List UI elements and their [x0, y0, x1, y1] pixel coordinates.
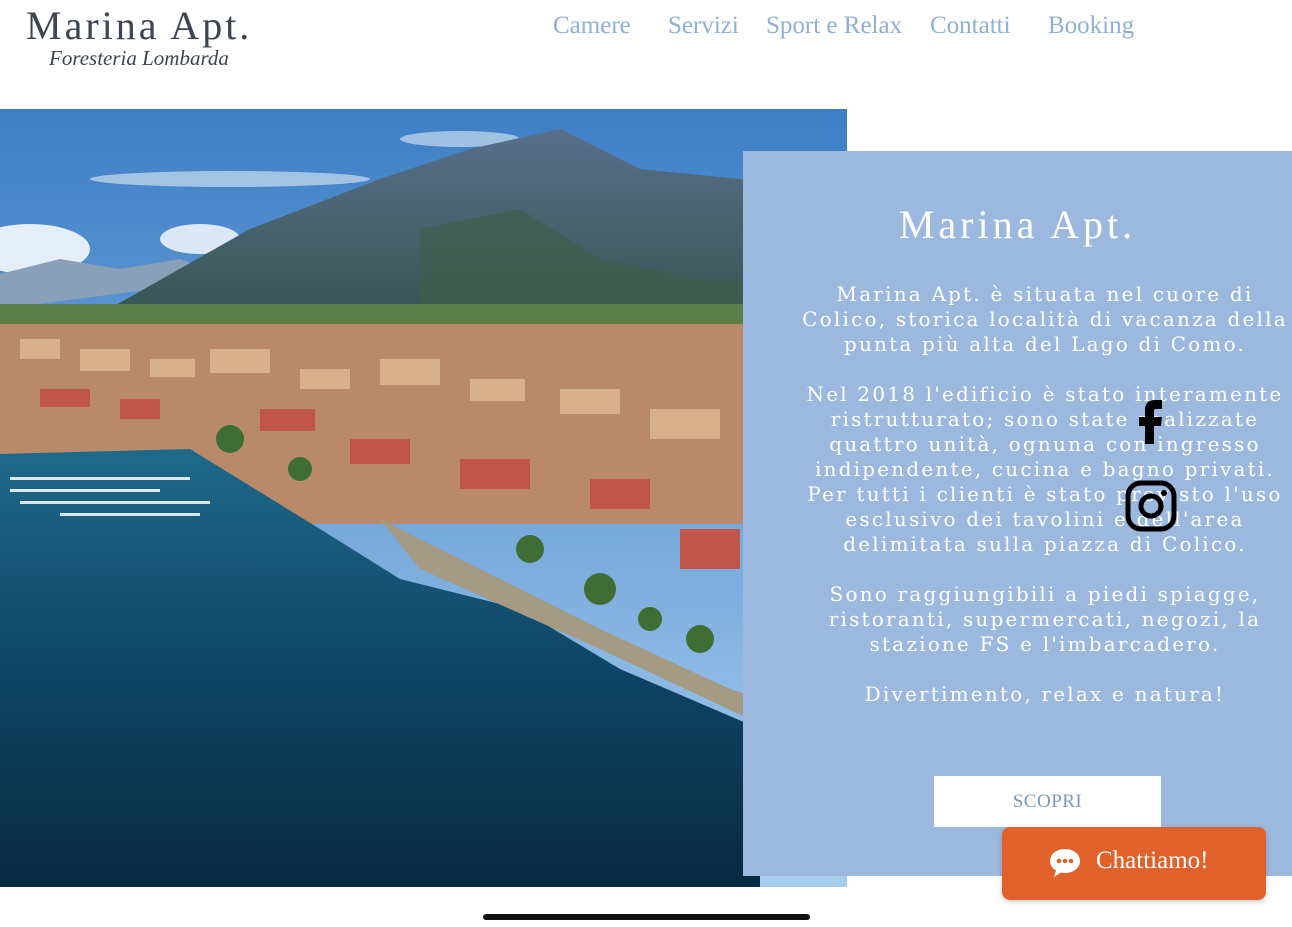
description-paragraph: Nel 2018 l'edificio è stato interamente … [806, 382, 1284, 556]
nav-item-booking[interactable]: Booking [1048, 12, 1134, 40]
description-paragraph: Sono raggiungibili a piedi spiagge, rist… [828, 582, 1262, 656]
hero-lake-photo [0, 109, 847, 887]
intro-panel: Marina Apt. Marina Apt. è situata nel cu… [743, 151, 1292, 876]
instagram-icon[interactable] [1125, 480, 1177, 532]
panel-description: Marina Apt. è situata nel cuore di Colic… [795, 282, 1292, 707]
main-nav: Camere Servizi Sport e Relax Contatti Bo… [0, 12, 1292, 46]
nav-item-camere[interactable]: Camere [553, 12, 631, 40]
chat-bubble-icon [1050, 849, 1080, 877]
lake-landscape-image [0, 109, 847, 887]
description-paragraph: Marina Apt. è situata nel cuore di Colic… [802, 282, 1288, 356]
panel-title: Marina Apt. [898, 202, 1137, 247]
chat-label: Chattiamo! [1096, 847, 1209, 874]
site-header: Marina Apt. Foresteria Lombarda Camere S… [0, 0, 1292, 108]
nav-item-sport-e-relax[interactable]: Sport e Relax [766, 12, 902, 40]
site-subtitle: Foresteria Lombarda [49, 46, 229, 70]
nav-item-servizi[interactable]: Servizi [668, 12, 739, 40]
nav-item-contatti[interactable]: Contatti [930, 12, 1011, 40]
description-paragraph: Divertimento, relax e natura! [864, 682, 1226, 706]
facebook-icon[interactable] [1125, 392, 1177, 448]
home-indicator-bar[interactable] [483, 914, 810, 920]
chat-widget-button[interactable]: Chattiamo! [1002, 827, 1266, 900]
scopri-button[interactable]: SCOPRI [934, 776, 1161, 827]
